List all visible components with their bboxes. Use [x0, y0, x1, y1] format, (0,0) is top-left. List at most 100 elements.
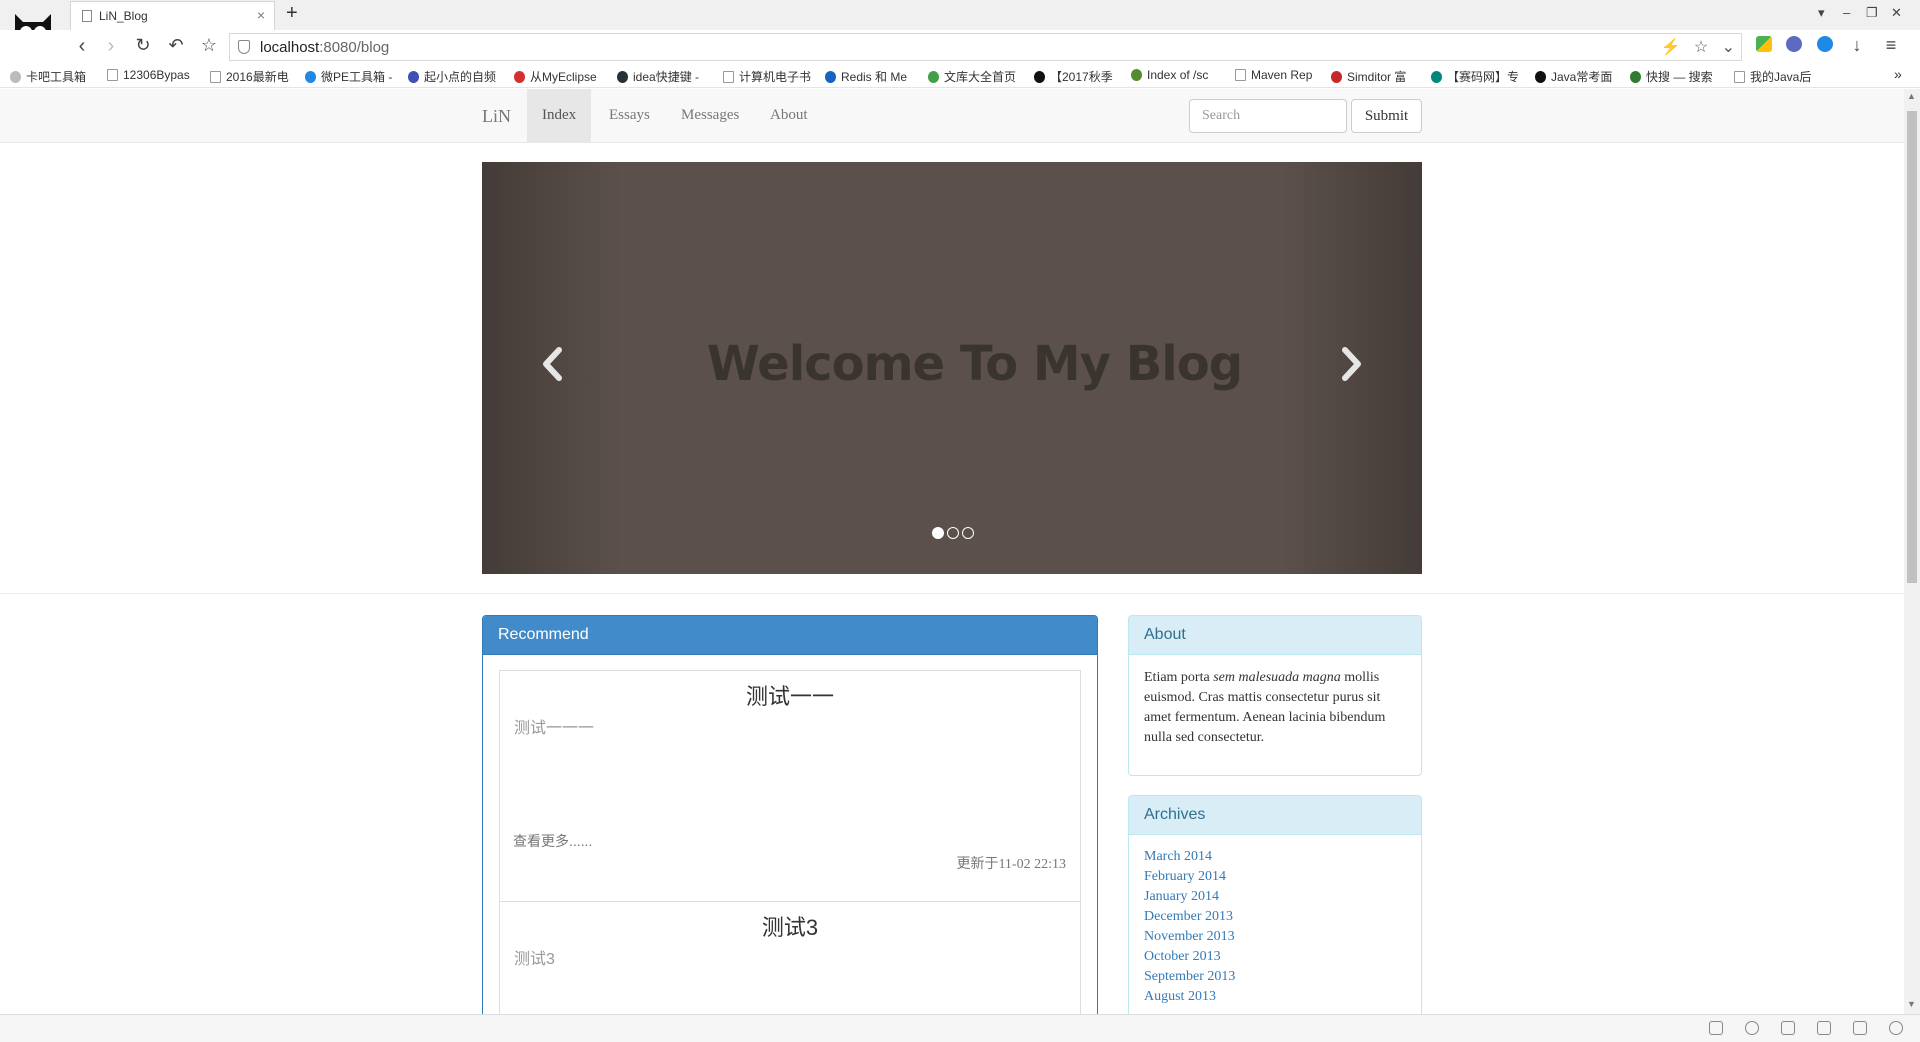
minimize-button[interactable]: – — [1843, 5, 1850, 20]
new-tab-button[interactable]: + — [286, 2, 298, 25]
archive-link[interactable]: February 2014 — [1144, 869, 1226, 884]
bookmark-item[interactable]: 【赛码网】专 — [1431, 68, 1519, 85]
bookmark-item[interactable]: Index of /sc — [1131, 68, 1208, 82]
page-icon — [210, 71, 221, 83]
undo-icon[interactable]: ↶ — [165, 35, 187, 56]
bookmark-item[interactable]: 快搜 — 搜索 — [1630, 68, 1713, 85]
browser-tab[interactable]: LiN_Blog × — [70, 1, 275, 30]
about-text: Etiam porta sem malesuada magna mollis e… — [1144, 670, 1386, 745]
trash-icon[interactable] — [1781, 1021, 1795, 1035]
favorite-star-icon[interactable]: ☆ — [198, 35, 220, 56]
close-window-button[interactable]: ✕ — [1891, 5, 1902, 21]
archive-item: August 2013 — [1144, 987, 1406, 1007]
reload-icon[interactable]: ↻ — [132, 35, 154, 56]
bookmark-label: 【赛码网】专 — [1447, 70, 1520, 84]
site-favicon-icon — [305, 71, 316, 83]
scrollbar-thumb[interactable] — [1907, 111, 1917, 583]
carousel-headline: Welcome To My Blog — [706, 336, 1243, 392]
nav-essays[interactable]: Essays — [594, 89, 665, 142]
nav-messages[interactable]: Messages — [666, 89, 754, 142]
forward-icon[interactable]: › — [100, 35, 122, 58]
bookmark-item[interactable]: 微PE工具箱 - — [305, 68, 392, 85]
chevron-left-icon[interactable] — [537, 344, 567, 384]
bookmark-item[interactable]: 文库大全首页 — [928, 68, 1016, 85]
bookmark-label: 从MyEclipse — [530, 70, 597, 84]
page-scrollbar[interactable]: ▲ ▼ — [1904, 89, 1920, 1014]
bookmarks-overflow-icon[interactable]: » — [1894, 66, 1902, 82]
carousel: Welcome To My Blog — [482, 162, 1422, 574]
zoom-icon[interactable] — [1889, 1021, 1903, 1035]
archive-link[interactable]: October 2013 — [1144, 949, 1221, 964]
site-favicon-icon — [1535, 71, 1546, 83]
site-favicon-icon — [1431, 71, 1442, 83]
bookmark-item[interactable]: 【2017秋季 — [1034, 68, 1113, 85]
bookmark-item[interactable]: Java常考面 — [1535, 68, 1612, 85]
search-input[interactable] — [1189, 99, 1347, 133]
archive-link[interactable]: March 2014 — [1144, 849, 1212, 864]
translate-icon[interactable] — [1786, 36, 1802, 52]
security-shield-icon[interactable] — [1817, 36, 1833, 52]
archive-link[interactable]: August 2013 — [1144, 989, 1216, 1004]
menu-icon[interactable]: ≡ — [1880, 35, 1902, 56]
bookmark-item[interactable]: 12306Bypas — [107, 68, 190, 82]
post-title[interactable]: 测试3 — [500, 910, 1080, 942]
close-tab-icon[interactable]: × — [257, 7, 265, 23]
bookmark-item[interactable]: Simditor 富 — [1331, 68, 1406, 85]
bookmark-item[interactable]: 计算机电子书 — [723, 68, 811, 85]
bookmark-item[interactable]: Redis 和 Me — [825, 68, 907, 85]
restore-button[interactable]: ❐ — [1866, 5, 1878, 21]
about-heading: About — [1129, 616, 1421, 655]
bookmark-item[interactable]: idea快捷键 - — [617, 68, 699, 85]
post-excerpt: 测试3 — [514, 951, 555, 968]
archive-item: January 2014 — [1144, 887, 1406, 907]
page-icon — [1734, 71, 1745, 83]
lightning-icon[interactable]: ⚡ — [1661, 39, 1681, 56]
submit-button[interactable]: Submit — [1351, 99, 1422, 133]
nav-about[interactable]: About — [755, 89, 823, 142]
bookmark-item[interactable]: 2016最新电 — [210, 68, 289, 85]
site-favicon-icon — [617, 71, 628, 83]
scroll-down-icon[interactable]: ▼ — [1907, 999, 1916, 1009]
post-title[interactable]: 测试一一 — [500, 679, 1080, 711]
archive-link[interactable]: January 2014 — [1144, 889, 1219, 904]
carousel-indicator-dot[interactable] — [962, 527, 974, 539]
archive-link[interactable]: September 2013 — [1144, 969, 1235, 984]
post-card[interactable]: 测试一一 测试一一一 查看更多...... 更新于11-02 22:13 — [499, 670, 1081, 902]
apps-grid-icon[interactable] — [1756, 36, 1772, 52]
page-icon — [107, 69, 118, 81]
bookmark-label: 快搜 — 搜索 — [1646, 70, 1713, 84]
download-icon[interactable]: ↓ — [1846, 35, 1868, 56]
browser-window: LiN_Blog × + ▾ – ❐ ✕ ‹ › ↻ ↶ ☆ localhost… — [0, 0, 1920, 1042]
dropdown-chevron-icon[interactable]: ⌄ — [1722, 39, 1735, 56]
page-icon — [82, 10, 92, 22]
bookmark-item[interactable]: Maven Rep — [1235, 68, 1312, 82]
post-card[interactable]: 测试3 测试3 — [499, 901, 1081, 1014]
bookmark-item[interactable]: 卡吧工具箱 — [10, 68, 86, 85]
site-brand[interactable]: LiN — [482, 106, 511, 127]
pin-icon[interactable]: ▾ — [1818, 5, 1825, 21]
carousel-indicator-dot[interactable] — [932, 527, 944, 539]
archive-link[interactable]: December 2013 — [1144, 909, 1233, 924]
pin-status-icon[interactable] — [1709, 1021, 1723, 1035]
scroll-up-icon[interactable]: ▲ — [1907, 91, 1916, 101]
nav-index[interactable]: Index — [527, 89, 592, 142]
carousel-indicator-dot[interactable] — [947, 527, 959, 539]
archive-link[interactable]: November 2013 — [1144, 929, 1235, 944]
window-icon[interactable] — [1853, 1021, 1867, 1035]
shield-icon — [238, 40, 250, 54]
chevron-right-icon[interactable] — [1337, 344, 1367, 384]
read-more-link[interactable]: 查看更多...... — [513, 831, 592, 851]
archive-item: November 2013 — [1144, 927, 1406, 947]
back-icon[interactable]: ‹ — [71, 35, 93, 58]
tab-title: LiN_Blog — [99, 9, 148, 23]
refresh-status-icon[interactable] — [1745, 1021, 1759, 1035]
bookmark-label: 2016最新电 — [226, 70, 289, 84]
url-text[interactable]: localhost:8080/blog — [260, 39, 389, 56]
address-bar[interactable]: localhost:8080/blog ⚡ ☆ ⌄ — [229, 33, 1742, 61]
speaker-icon[interactable] — [1817, 1021, 1831, 1035]
site-favicon-icon — [1034, 71, 1045, 83]
bookmark-item[interactable]: 起小点的自频 — [408, 68, 496, 85]
bookmark-item[interactable]: 从MyEclipse — [514, 68, 597, 85]
bookmark-star-icon[interactable]: ☆ — [1694, 39, 1708, 56]
bookmark-item[interactable]: 我的Java后 — [1734, 68, 1811, 85]
